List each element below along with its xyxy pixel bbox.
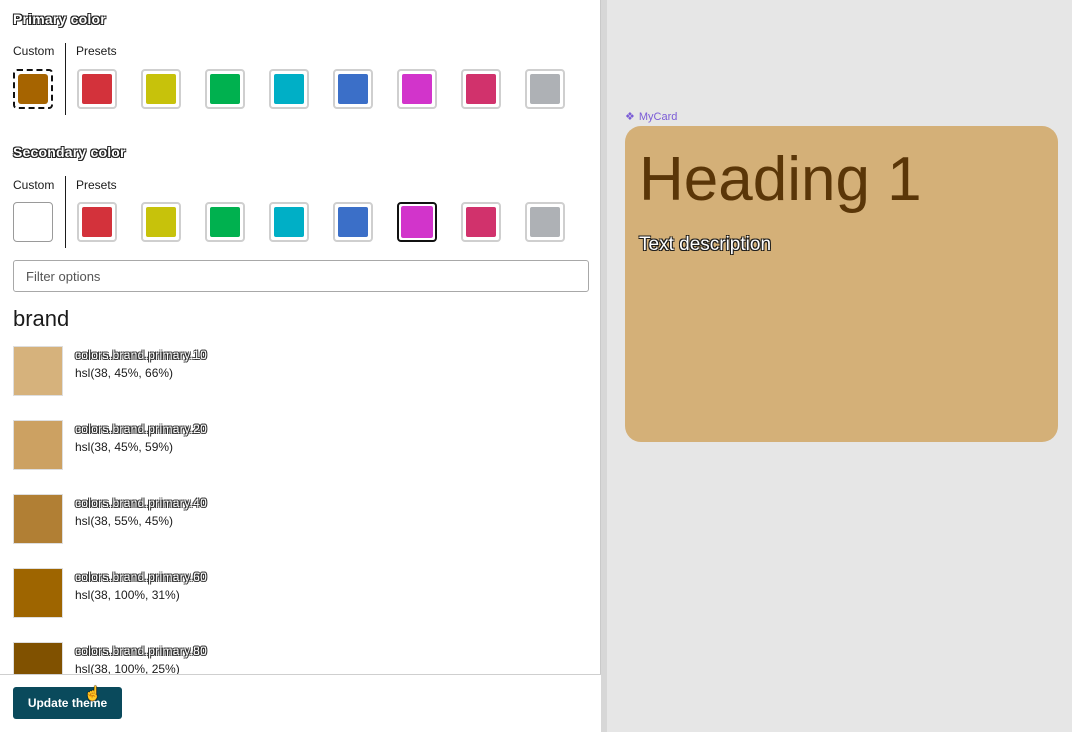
token-color-swatch [13, 346, 63, 396]
primary-preset-magenta[interactable] [397, 69, 437, 109]
filter-options-input[interactable] [13, 260, 589, 292]
primary-preset-gray-fill [530, 74, 560, 104]
token-row[interactable]: colors.brand.primary.10 hsl(38, 45%, 66%) [13, 346, 589, 398]
primary-preset-blue[interactable] [333, 69, 373, 109]
primary-custom-label: Custom [13, 44, 55, 58]
primary-preset-yellow[interactable] [141, 69, 181, 109]
token-name: colors.brand.primary.80 [75, 644, 208, 658]
token-value: hsl(38, 100%, 31%) [75, 588, 180, 602]
primary-preset-red[interactable] [77, 69, 117, 109]
token-value: hsl(38, 100%, 25%) [75, 662, 180, 674]
update-theme-button[interactable]: Update theme [13, 687, 122, 719]
secondary-preset-magenta-fill [400, 205, 434, 239]
token-color-swatch [13, 568, 63, 618]
secondary-preset-cyan[interactable] [269, 202, 309, 242]
token-value: hsl(38, 55%, 45%) [75, 514, 174, 528]
secondary-presets-label: Presets [76, 178, 117, 192]
token-row[interactable]: colors.brand.primary.40 hsl(38, 55%, 45%) [13, 494, 589, 546]
token-row[interactable]: colors.brand.primary.60 hsl(38, 100%, 31%… [13, 568, 589, 620]
secondary-preset-pink-fill [466, 207, 496, 237]
primary-preset-blue-fill [338, 74, 368, 104]
secondary-preset-magenta[interactable] [397, 202, 437, 242]
component-name: MyCard [638, 111, 678, 123]
token-name: colors.brand.primary.20 [75, 422, 208, 436]
component-icon: ❖ [625, 111, 635, 123]
primary-custom-swatch[interactable] [13, 69, 53, 109]
primary-preset-green-fill [210, 74, 240, 104]
panel-footer: Update theme ☝ [0, 674, 601, 732]
primary-preset-gray[interactable] [525, 69, 565, 109]
token-color-swatch [13, 420, 63, 470]
component-label[interactable]: ❖ MyCard [625, 110, 677, 123]
primary-preset-red-fill [82, 74, 112, 104]
preview-canvas: ❖ MyCard Heading 1 Text description [607, 0, 1072, 732]
token-name: colors.brand.primary.10 [75, 348, 208, 362]
token-value: hsl(38, 45%, 66%) [75, 366, 174, 380]
secondary-custom-swatch[interactable] [13, 202, 53, 242]
primary-preset-cyan-fill [274, 74, 304, 104]
token-group-heading: brand [13, 306, 70, 331]
primary-preset-yellow-fill [146, 74, 176, 104]
secondary-color-title: Secondary color [13, 144, 126, 160]
primary-preset-green[interactable] [205, 69, 245, 109]
token-color-swatch [13, 494, 63, 544]
secondary-preset-cyan-fill [274, 207, 304, 237]
primary-preset-pink-fill [466, 74, 496, 104]
secondary-custom-label: Custom [13, 178, 55, 192]
secondary-preset-blue[interactable] [333, 202, 373, 242]
secondary-preset-green-fill [210, 207, 240, 237]
card-heading: Heading 1 [639, 145, 922, 214]
secondary-preset-red[interactable] [77, 202, 117, 242]
token-color-swatch [13, 642, 63, 674]
secondary-preset-green[interactable] [205, 202, 245, 242]
secondary-preset-yellow-fill [146, 207, 176, 237]
card-description: Text description [639, 234, 772, 255]
hand-cursor-icon: ☝ [84, 685, 102, 701]
secondary-preset-gray-fill [530, 207, 560, 237]
primary-custom-fill [18, 74, 48, 104]
secondary-preset-red-fill [82, 207, 112, 237]
secondary-preset-gray[interactable] [525, 202, 565, 242]
token-row[interactable]: colors.brand.primary.80 hsl(38, 100%, 25%… [13, 642, 589, 674]
primary-presets-label: Presets [76, 44, 117, 58]
mycard-preview[interactable]: Heading 1 Text description [625, 126, 1058, 442]
primary-preset-pink[interactable] [461, 69, 501, 109]
theme-editor-panel: Primary color Custom Presets Secondary c… [0, 0, 601, 732]
primary-preset-cyan[interactable] [269, 69, 309, 109]
secondary-custom-fill [17, 206, 49, 238]
token-name: colors.brand.primary.60 [75, 570, 208, 584]
primary-divider [65, 43, 66, 115]
token-name: colors.brand.primary.40 [75, 496, 208, 510]
token-row[interactable]: colors.brand.primary.20 hsl(38, 45%, 59%) [13, 420, 589, 472]
token-value: hsl(38, 45%, 59%) [75, 440, 174, 454]
secondary-preset-blue-fill [338, 207, 368, 237]
primary-color-title: Primary color [13, 11, 106, 27]
secondary-preset-pink[interactable] [461, 202, 501, 242]
token-list[interactable]: colors.brand.primary.10 hsl(38, 45%, 66%)… [13, 346, 589, 674]
secondary-divider [65, 176, 66, 248]
secondary-preset-yellow[interactable] [141, 202, 181, 242]
primary-preset-magenta-fill [402, 74, 432, 104]
